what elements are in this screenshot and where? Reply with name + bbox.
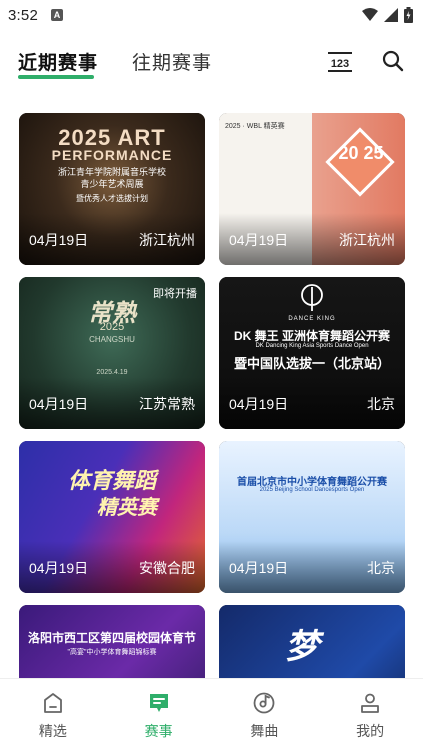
nav-profile[interactable]: 我的	[317, 679, 423, 752]
search-icon	[382, 50, 404, 72]
bottom-navigation: 精选 赛事 舞曲 我的	[0, 678, 423, 752]
nav-label: 赛事	[144, 723, 173, 739]
event-city: 江苏常熟	[139, 396, 195, 412]
event-date: 04月19日	[29, 232, 89, 248]
poster-line: 暨中国队选拔一（北京站）	[233, 356, 390, 371]
event-city: 浙江杭州	[139, 232, 195, 248]
nav-label: 精选	[38, 723, 67, 739]
home-icon	[43, 693, 62, 713]
header: 近期赛事 往期赛事 123	[0, 40, 423, 84]
dance-king-logo-icon	[301, 284, 323, 311]
event-city: 安徽合肥	[139, 560, 195, 576]
poster-subtitle: PERFORMANCE	[51, 147, 173, 163]
event-card[interactable]: 常熟 2025 CHANGSHU 2025.4.19 即将开播 04月19日 江…	[19, 277, 205, 429]
event-city: 北京	[367, 560, 395, 576]
nav-label: 我的	[356, 723, 385, 739]
event-poster: 洛阳市西工区第四届校园体育节 "高宴"中小学体育舞蹈锦标赛	[19, 605, 205, 678]
notification-icon: A	[51, 9, 63, 21]
event-card[interactable]: 洛阳市西工区第四届校园体育节 "高宴"中小学体育舞蹈锦标赛	[19, 605, 205, 678]
event-date: 04月19日	[229, 396, 289, 412]
event-date: 04月19日	[29, 396, 89, 412]
event-grid: 2025 ART PERFORMANCE 浙江青年学院附属音乐学校 青少年艺术周…	[19, 113, 405, 678]
music-disc-icon	[253, 692, 275, 714]
event-card[interactable]: 2025 · WBL 精英赛 20 25 04月19日 浙江杭州	[219, 113, 405, 265]
calendar-icon-text: 123	[331, 58, 349, 70]
event-date: 04月19日	[29, 560, 89, 576]
poster-title: 梦	[285, 628, 319, 666]
poster-line: CHANGSHU	[89, 335, 135, 344]
event-card[interactable]: 首届北京市中小学体育舞蹈公开赛 2025 Beijing School Danc…	[219, 441, 405, 593]
poster-subtitle: 精英赛	[97, 497, 157, 519]
poster-title: 首届北京市中小学体育舞蹈公开赛	[237, 477, 387, 488]
calendar-button[interactable]: 123	[327, 50, 353, 74]
status-time: 3:52	[8, 6, 38, 24]
calendar-icon: 123	[328, 52, 352, 72]
poster-line: DK Dancing King Asia Sports Dance Open	[255, 343, 369, 349]
event-poster: 梦	[219, 605, 405, 678]
active-tab-indicator	[18, 75, 94, 79]
poster-title: DANCE KING	[288, 316, 336, 322]
event-card[interactable]: 2025 ART PERFORMANCE 浙江青年学院附属音乐学校 青少年艺术周…	[19, 113, 205, 265]
poster-line: 2025.4.19	[96, 369, 128, 376]
poster-subtitle: "高宴"中小学体育舞蹈锦标赛	[67, 649, 157, 656]
poster-line: 青少年艺术周展	[80, 179, 144, 189]
battery-icon	[404, 7, 413, 23]
status-bar: 3:52 A	[0, 0, 423, 30]
event-card[interactable]: 体育舞蹈 精英赛 04月19日 安徽合肥	[19, 441, 205, 593]
status-indicators	[362, 7, 413, 23]
search-button[interactable]	[381, 49, 405, 73]
live-soon-badge: 即将开播	[153, 288, 197, 300]
tab-past-events[interactable]: 往期赛事	[132, 48, 212, 75]
poster-subtitle: 2025	[99, 321, 125, 333]
event-card[interactable]: DANCE KING DK 舞王 亚洲体育舞蹈公开赛 DK Dancing Ki…	[219, 277, 405, 429]
nav-label: 舞曲	[250, 723, 279, 739]
event-card[interactable]: 梦	[219, 605, 405, 678]
poster-subtitle: 2025 Beijing School Dancesports Open	[259, 487, 365, 493]
event-city: 北京	[367, 396, 395, 412]
profile-icon	[361, 693, 380, 713]
event-date: 04月19日	[229, 232, 289, 248]
signal-icon	[384, 8, 398, 22]
poster-line: 暨优秀人才选拔计划	[76, 194, 148, 203]
nav-featured[interactable]: 精选	[0, 679, 106, 752]
event-date: 04月19日	[229, 560, 289, 576]
wifi-icon	[362, 8, 378, 21]
poster-subtitle: DK 舞王 亚洲体育舞蹈公开赛	[233, 329, 390, 343]
nav-events[interactable]: 赛事	[106, 679, 212, 752]
event-list-icon	[149, 694, 168, 712]
event-city: 浙江杭州	[339, 232, 395, 248]
poster-subtitle: 20 25	[338, 143, 384, 163]
poster-title: 2025 · WBL 精英赛	[225, 123, 285, 130]
nav-music[interactable]: 舞曲	[212, 679, 318, 752]
poster-title: 洛阳市西工区第四届校园体育节	[27, 631, 196, 645]
tab-upcoming-events[interactable]: 近期赛事	[18, 48, 98, 75]
